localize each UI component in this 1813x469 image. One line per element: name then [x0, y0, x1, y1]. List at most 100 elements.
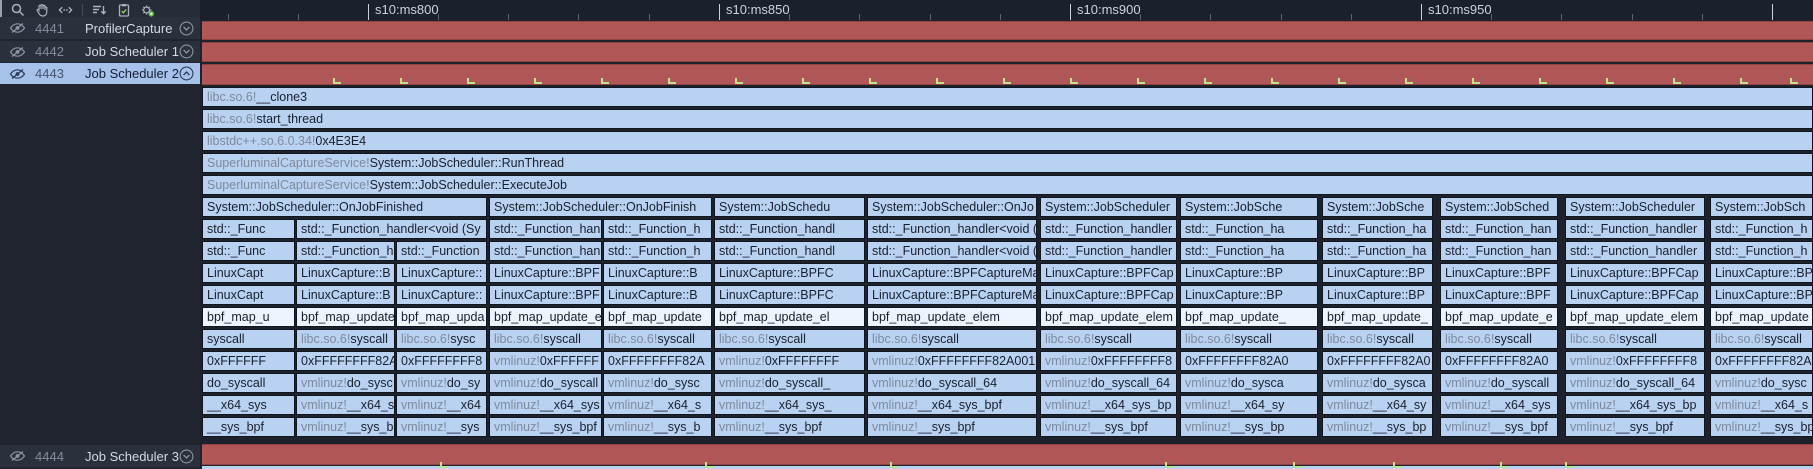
stack-frame[interactable]: vmlinuz!__x64_sys_bp	[1040, 395, 1177, 415]
visibility-eye-slash-icon[interactable]	[9, 21, 26, 35]
stack-frame[interactable]: vmlinuz!do_syscall_	[714, 373, 865, 393]
stack-frame[interactable]: System::JobSche	[1180, 197, 1318, 217]
thread-activity-bar[interactable]	[202, 42, 1813, 62]
stack-frame[interactable]: vmlinuz!do_syscall	[1440, 373, 1558, 393]
stack-frame[interactable]: System::JobScheduler::OnJobFinished	[202, 197, 487, 217]
stack-frame[interactable]: System::JobScheduler::OnJo	[867, 197, 1037, 217]
stack-frame[interactable]: vmlinuz!__sys_b	[603, 417, 712, 437]
stack-frame[interactable]: std::_Function_handl	[714, 241, 865, 261]
stack-frame[interactable]: vmlinuz!__sys_bpf	[867, 417, 1037, 437]
stack-frame[interactable]: vmlinuz!__x64_sys	[1440, 395, 1558, 415]
stack-frame[interactable]: LinuxCapture::BPF	[489, 285, 602, 305]
stack-frame[interactable]: __x64_sys	[202, 395, 295, 415]
stack-frame[interactable]: 0xFFFFFFFF82A0	[1440, 351, 1558, 371]
thread-activity-bar[interactable]	[202, 21, 1813, 40]
stack-frame[interactable]: vmlinuz!__x64_sy	[1180, 395, 1318, 415]
stack-frame[interactable]: std::_Function_handler<void (	[867, 241, 1037, 261]
stack-frame[interactable]: std::_Function_ha	[1322, 219, 1433, 239]
stack-frame[interactable]: std::_Function_ha	[1322, 241, 1433, 261]
stack-frame[interactable]: libstdc++.so.6.0.34!0x4E3E4	[202, 131, 1813, 151]
stack-frame[interactable]: std::_Function_ha	[1180, 241, 1318, 261]
stack-frame[interactable]: std::_Function_handler	[1040, 241, 1177, 261]
stack-frame[interactable]: std::_Function_handler<void (Sy	[296, 219, 487, 239]
stack-frame[interactable]: 0xFFFFFF	[202, 351, 295, 371]
stack-frame[interactable]: bpf_map_update	[296, 307, 395, 327]
stack-frame[interactable]: LinuxCapture::BPFCap	[1040, 285, 1177, 305]
stack-frame[interactable]: std::_Function_h	[296, 241, 395, 261]
stack-frame[interactable]: bpf_map_update	[1710, 307, 1813, 327]
stack-frame[interactable]: vmlinuz!__sys_bp	[1710, 417, 1813, 437]
stack-frame[interactable]: LinuxCapture::BP	[1322, 263, 1433, 283]
stack-frame[interactable]: LinuxCapture::BPFC	[714, 263, 865, 283]
stack-frame[interactable]: LinuxCapture::BP	[1180, 285, 1318, 305]
stack-frame[interactable]: vmlinuz!0xFFFFFFFF82A001	[867, 351, 1037, 371]
stack-frame[interactable]: vmlinuz!do_sysca	[1322, 373, 1433, 393]
stack-frame[interactable]: bpf_map_update_el	[714, 307, 865, 327]
thread-row-4443[interactable]: 4443 Job Scheduler 2	[0, 63, 200, 84]
stack-frame[interactable]: std::_Function_han	[489, 219, 602, 239]
stack-frame[interactable]: libc.so.6!syscall	[1710, 329, 1813, 349]
zoom-icon[interactable]	[10, 3, 25, 18]
stack-frame[interactable]: vmlinuz!do_sy	[396, 373, 487, 393]
visibility-eye-slash-icon[interactable]	[9, 45, 26, 59]
stack-frame[interactable]: vmlinuz!do_syscall_64	[1565, 373, 1705, 393]
thread-row-4444[interactable]: 4444 Job Scheduler 3	[0, 445, 200, 467]
stack-frame[interactable]: bpf_map_update_e	[1440, 307, 1558, 327]
stack-frame[interactable]: LinuxCapt	[202, 263, 295, 283]
stack-frame[interactable]: libc.so.6!syscall	[714, 329, 865, 349]
stack-frame[interactable]: libc.so.6!start_thread	[202, 109, 1813, 129]
stack-frame[interactable]: System::JobScheduler::OnJobFinish	[489, 197, 712, 217]
stack-frame[interactable]: LinuxCapture::BPFCaptureMa	[867, 263, 1037, 283]
stack-frame[interactable]: std::_Function_handler	[1565, 241, 1705, 261]
stack-frame[interactable]: std::_Function_ha	[1180, 219, 1318, 239]
stack-frame[interactable]: libc.so.6!syscall	[867, 329, 1037, 349]
stack-frame[interactable]: LinuxCapture::BP	[1322, 285, 1433, 305]
stack-frame[interactable]: System::JobSched	[1440, 197, 1558, 217]
stack-frame[interactable]: vmlinuz!do_syscall_64	[867, 373, 1037, 393]
stack-frame[interactable]: libc.so.6!syscall	[1322, 329, 1433, 349]
stack-frame[interactable]: vmlinuz!__x64	[396, 395, 487, 415]
stack-frame[interactable]: std::_Function_h	[1710, 219, 1813, 239]
stack-frame[interactable]: LinuxCapture::B	[296, 285, 395, 305]
chevron-down-icon[interactable]	[179, 44, 194, 59]
stack-frame[interactable]: bpf_map_update_elem	[1040, 307, 1177, 327]
stack-frame[interactable]: syscall	[202, 329, 295, 349]
stack-frame[interactable]: std::_Function	[396, 241, 487, 261]
stack-frame[interactable]: vmlinuz!__sys_bp	[1322, 417, 1433, 437]
stack-frame[interactable]: libc.so.6!sysc	[396, 329, 487, 349]
stack-frame[interactable]: std::_Function_handler<void (	[867, 219, 1037, 239]
stack-frame[interactable]: std::_Func	[202, 241, 295, 261]
stack-frame[interactable]: vmlinuz!__sys	[396, 417, 487, 437]
stack-frame[interactable]: bpf_map_upda	[396, 307, 487, 327]
sort-descending-icon[interactable]	[92, 3, 107, 18]
stack-frame[interactable]: libc.so.6!syscall	[1040, 329, 1177, 349]
stack-frame[interactable]: 0xFFFFFFFF82A	[1710, 351, 1813, 371]
stack-frame[interactable]: LinuxCapt	[202, 285, 295, 305]
stack-frame[interactable]: vmlinuz!do_sysc	[296, 373, 395, 393]
stack-frame[interactable]: vmlinuz!__x64_s	[603, 395, 712, 415]
stack-frame[interactable]: vmlinuz!__x64_s	[296, 395, 395, 415]
stack-frame[interactable]: LinuxCapture::BPF	[1440, 285, 1558, 305]
stack-frame[interactable]: std::_Function_h	[603, 241, 712, 261]
gear-add-icon[interactable]	[140, 3, 155, 18]
stack-frame[interactable]: do_syscall	[202, 373, 295, 393]
stack-frame[interactable]: vmlinuz!__x64_sy	[1322, 395, 1433, 415]
stack-frame[interactable]: vmlinuz!do_syscall_64	[1040, 373, 1177, 393]
stack-frame[interactable]: vmlinuz!do_sysca	[1180, 373, 1318, 393]
stack-frame[interactable]: libc.so.6!syscall	[296, 329, 395, 349]
stack-frame[interactable]: 0xFFFFFFFF82A0	[1322, 351, 1433, 371]
stack-frame[interactable]: vmlinuz!do_sysc	[603, 373, 712, 393]
stack-frame[interactable]: __sys_bpf	[202, 417, 295, 437]
stack-frame[interactable]: LinuxCapture::BPFCap	[1565, 285, 1705, 305]
stack-frame[interactable]: LinuxCapture::BP	[1710, 285, 1813, 305]
stack-frame[interactable]: vmlinuz!__x64_sys_	[714, 395, 865, 415]
stack-frame[interactable]: libc.so.6!syscall	[1180, 329, 1318, 349]
chevron-up-icon[interactable]	[179, 66, 194, 81]
stack-frame[interactable]: LinuxCapture::BPFCap	[1565, 263, 1705, 283]
stack-frame[interactable]: LinuxCapture::BP	[1180, 263, 1318, 283]
stack-frame[interactable]: LinuxCapture::	[396, 285, 487, 305]
stack-frame[interactable]: vmlinuz!__sys_bpf	[1040, 417, 1177, 437]
visibility-eye-slash-icon[interactable]	[9, 67, 26, 81]
stack-frame[interactable]: vmlinuz!__sys_bpf	[1440, 417, 1558, 437]
stack-frame[interactable]: 0xFFFFFFFF8	[396, 351, 487, 371]
